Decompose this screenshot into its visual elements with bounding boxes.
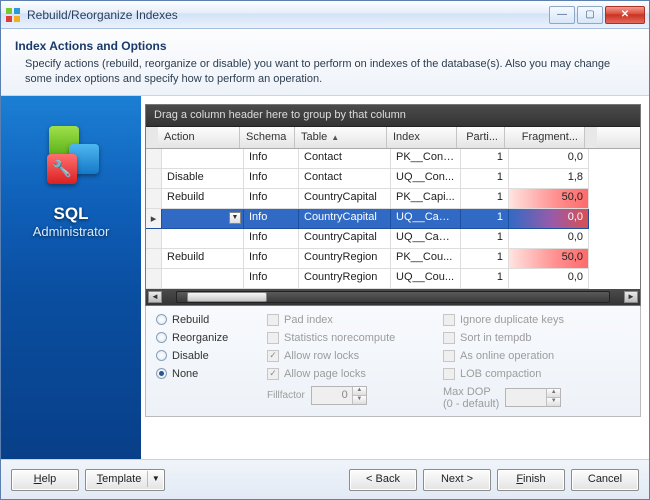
check-tempdb: Sort in tempdb: [443, 332, 630, 344]
check-ignore-dup: Ignore duplicate keys: [443, 314, 630, 326]
table-row[interactable]: InfoContactPK__Cont...10,0: [146, 149, 640, 169]
product-logo: 🔧: [39, 126, 103, 190]
options-panel: Rebuild Reorganize Disable None Pad inde…: [145, 306, 641, 417]
finish-button[interactable]: Finish: [497, 469, 565, 491]
close-button[interactable]: ✕: [605, 6, 645, 24]
app-icon: [5, 7, 21, 23]
window-title: Rebuild/Reorganize Indexes: [27, 8, 547, 22]
check-page-locks: ✓Allow page locks: [267, 368, 427, 380]
check-online: As online operation: [443, 350, 630, 362]
grid-body[interactable]: InfoContactPK__Cont...10,0DisableInfoCon…: [146, 149, 640, 289]
sort-asc-icon: ▲: [331, 133, 339, 142]
table-row[interactable]: InfoCountryRegionUQ__Cou...10,0: [146, 269, 640, 289]
action-dropdown-button[interactable]: ▼: [229, 212, 241, 224]
maxdop-spinner: ▲▼: [505, 388, 561, 407]
scroll-track[interactable]: [176, 291, 610, 303]
col-table[interactable]: Table▲: [295, 127, 387, 148]
table-row[interactable]: InfoCountryCapitalUQ__Capi...10,0: [146, 229, 640, 249]
page-title: Index Actions and Options: [15, 39, 635, 53]
footer: Help Template▼ < Back Next > Finish Canc…: [1, 459, 649, 499]
page-description: Specify actions (rebuild, reorganize or …: [15, 57, 635, 87]
row-indicator-header: [146, 127, 158, 148]
col-fragmentation[interactable]: Fragment...: [505, 127, 585, 148]
template-button[interactable]: Template▼: [85, 469, 165, 491]
check-row-locks: ✓Allow row locks: [267, 350, 427, 362]
horizontal-scrollbar[interactable]: ◄ ►: [146, 289, 640, 305]
table-row[interactable]: DisableInfoContactUQ__Con...11,8: [146, 169, 640, 189]
next-button[interactable]: Next >: [423, 469, 491, 491]
radio-none[interactable]: None: [156, 368, 251, 380]
fillfactor-spinner: ▲▼: [311, 386, 367, 405]
titlebar: Rebuild/Reorganize Indexes — ▢ ✕: [1, 1, 649, 29]
window: Rebuild/Reorganize Indexes — ▢ ✕ Index A…: [0, 0, 650, 500]
help-button[interactable]: Help: [11, 469, 79, 491]
radio-reorganize[interactable]: Reorganize: [156, 332, 251, 344]
minimize-button[interactable]: —: [549, 6, 575, 24]
header-panel: Index Actions and Options Specify action…: [1, 29, 649, 96]
table-row[interactable]: ▸▼InfoCountryCapitalUQ__Capi...10,0: [146, 209, 640, 229]
cancel-button[interactable]: Cancel: [571, 469, 639, 491]
col-index[interactable]: Index: [387, 127, 457, 148]
check-lob: LOB compaction: [443, 368, 630, 380]
scroll-left-button[interactable]: ◄: [148, 291, 162, 303]
index-grid: Drag a column header here to group by th…: [145, 104, 641, 306]
back-button[interactable]: < Back: [349, 469, 417, 491]
radio-disable[interactable]: Disable: [156, 350, 251, 362]
group-by-bar[interactable]: Drag a column header here to group by th…: [146, 105, 640, 127]
sidebar: 🔧 SQL Administrator: [1, 96, 141, 459]
maxdop-label: Max DOP(0 - default): [443, 386, 499, 410]
col-schema[interactable]: Schema: [240, 127, 295, 148]
col-action[interactable]: Action: [158, 127, 240, 148]
col-partition[interactable]: Parti...: [457, 127, 505, 148]
maximize-button[interactable]: ▢: [577, 6, 603, 24]
check-pad-index: Pad index: [267, 314, 427, 326]
product-name-2: Administrator: [33, 224, 110, 239]
scroll-thumb[interactable]: [187, 292, 267, 302]
radio-rebuild[interactable]: Rebuild: [156, 314, 251, 326]
grid-header: Action Schema Table▲ Index Parti... Frag…: [146, 127, 640, 149]
col-menu-handle[interactable]: [585, 127, 597, 148]
product-name-1: SQL: [54, 204, 89, 224]
scroll-right-button[interactable]: ►: [624, 291, 638, 303]
chevron-down-icon[interactable]: ▼: [147, 471, 163, 487]
table-row[interactable]: RebuildInfoCountryCapitalPK__Capi...150,…: [146, 189, 640, 209]
check-statistics: Statistics norecompute: [267, 332, 427, 344]
table-row[interactable]: RebuildInfoCountryRegionPK__Cou...150,0: [146, 249, 640, 269]
fillfactor-label: Fillfactor: [267, 390, 305, 401]
